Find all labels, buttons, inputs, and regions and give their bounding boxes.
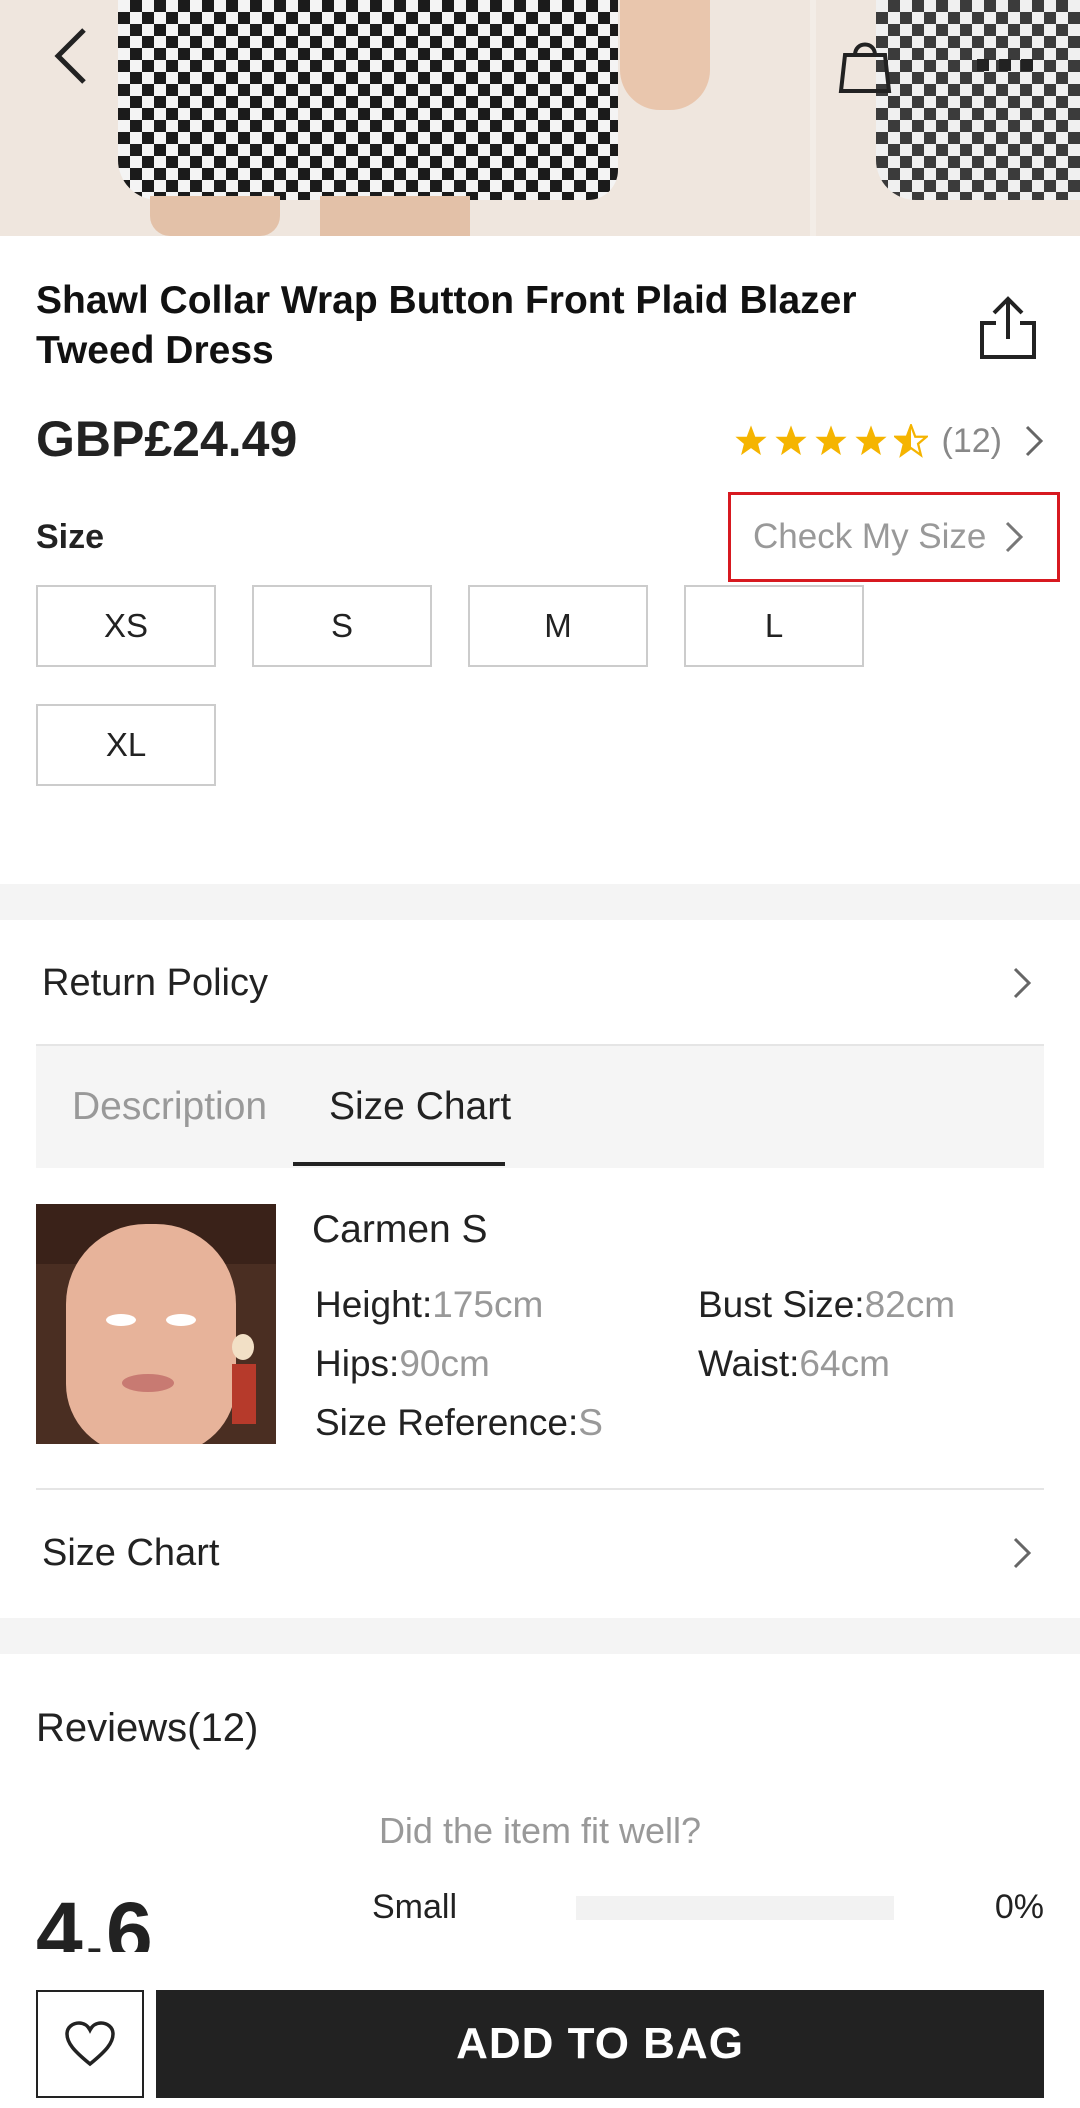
model-height-label: Height:: [315, 1284, 433, 1325]
wishlist-button[interactable]: [36, 1990, 144, 2098]
chevron-right-icon: [1025, 425, 1044, 457]
model-waist-value: 64cm: [799, 1343, 890, 1384]
model-size-reference-value: S: [578, 1402, 603, 1443]
more-options-button[interactable]: [970, 40, 1040, 90]
detail-tabs: Description Size Chart: [36, 1046, 1044, 1168]
chevron-right-icon: [1013, 1537, 1032, 1569]
model-hips: Hips:90cm: [315, 1343, 490, 1385]
houndstooth-skirt-next: [876, 0, 1080, 200]
size-option-xl[interactable]: XL: [36, 704, 216, 786]
size-option-xs[interactable]: XS: [36, 585, 216, 667]
size-chart-label: Size Chart: [42, 1531, 220, 1574]
product-title: Shawl Collar Wrap Button Front Plaid Bla…: [36, 279, 857, 372]
back-button[interactable]: [40, 20, 104, 92]
model-waist-label: Waist:: [698, 1343, 800, 1384]
tab-size-chart[interactable]: Size Chart: [329, 1046, 511, 1168]
heart-icon: [65, 2021, 115, 2067]
model-bust-value: 82cm: [864, 1284, 956, 1325]
size-option-s[interactable]: S: [252, 585, 432, 667]
shopping-bag-icon: [838, 42, 892, 93]
check-my-size-button[interactable]: Check My Size: [728, 492, 1060, 582]
size-option-l[interactable]: L: [684, 585, 864, 667]
model-name: Carmen S: [312, 1208, 488, 1251]
star-full-icon: [774, 425, 807, 456]
model-height: Height:175cm: [315, 1284, 543, 1326]
model-hips-label: Hips:: [315, 1343, 400, 1384]
chevron-right-icon: [1006, 521, 1024, 553]
model-earring-tassel: [232, 1364, 256, 1424]
product-title-row: Shawl Collar Wrap Button Front Plaid Bla…: [36, 276, 1044, 376]
model-eye: [106, 1314, 136, 1326]
check-my-size-label: Check My Size: [753, 517, 987, 556]
fit-row-percent: 0%: [994, 1888, 1044, 1926]
size-label: Size: [36, 518, 105, 556]
return-policy-label: Return Policy: [42, 961, 268, 1004]
fit-row-bar: [576, 1896, 894, 1920]
rating-count: (12): [941, 421, 1002, 460]
section-separator: [0, 884, 1080, 920]
model-bust-label: Bust Size:: [698, 1284, 865, 1325]
model-leg-right: [320, 196, 470, 236]
size-option-m[interactable]: M: [468, 585, 648, 667]
share-icon: [980, 296, 1036, 359]
model-bust: Bust Size:82cm: [698, 1284, 955, 1326]
add-to-bag-button[interactable]: ADD TO BAG: [156, 1990, 1044, 2098]
star-full-icon: [854, 425, 887, 456]
model-height-value: 175cm: [432, 1284, 544, 1325]
tab-description[interactable]: Description: [72, 1046, 267, 1168]
model-size-reference-label: Size Reference:: [315, 1402, 579, 1443]
star-half-icon: [893, 424, 928, 458]
model-size-reference: Size Reference:S: [315, 1402, 603, 1444]
model-eye: [166, 1314, 196, 1326]
model-leg-left: [150, 196, 280, 236]
model-waist: Waist:64cm: [698, 1343, 890, 1385]
divider: [36, 1488, 1044, 1490]
model-face: [66, 1224, 236, 1444]
more-dots-icon: [977, 59, 1033, 71]
model-hips-value: 90cm: [399, 1343, 490, 1384]
cart-button[interactable]: [830, 30, 900, 100]
chevron-left-icon: [54, 28, 86, 84]
model-photo: [36, 1204, 276, 1444]
model-hand: [620, 0, 710, 110]
star-full-icon: [734, 425, 767, 456]
return-policy-link[interactable]: Return Policy: [36, 922, 1044, 1044]
fit-row-label: Small: [372, 1888, 458, 1926]
reviews-title[interactable]: Reviews(12): [36, 1706, 258, 1751]
product-image-carousel[interactable]: [0, 0, 1080, 236]
model-lips: [122, 1374, 174, 1392]
houndstooth-skirt: [118, 0, 618, 200]
fit-question: Did the item fit well?: [378, 1810, 702, 1851]
star-full-icon: [814, 425, 847, 456]
star-rating: [734, 424, 928, 458]
model-earring: [232, 1334, 254, 1360]
product-price: GBP£24.49: [36, 411, 298, 467]
chevron-right-icon: [1013, 967, 1032, 999]
rating-summary[interactable]: (12): [734, 418, 1044, 464]
size-chart-link[interactable]: Size Chart: [36, 1492, 1044, 1614]
share-button[interactable]: [970, 290, 1046, 366]
section-separator: [0, 1618, 1080, 1654]
product-image-main[interactable]: [0, 0, 810, 236]
active-tab-indicator: [293, 1162, 505, 1166]
